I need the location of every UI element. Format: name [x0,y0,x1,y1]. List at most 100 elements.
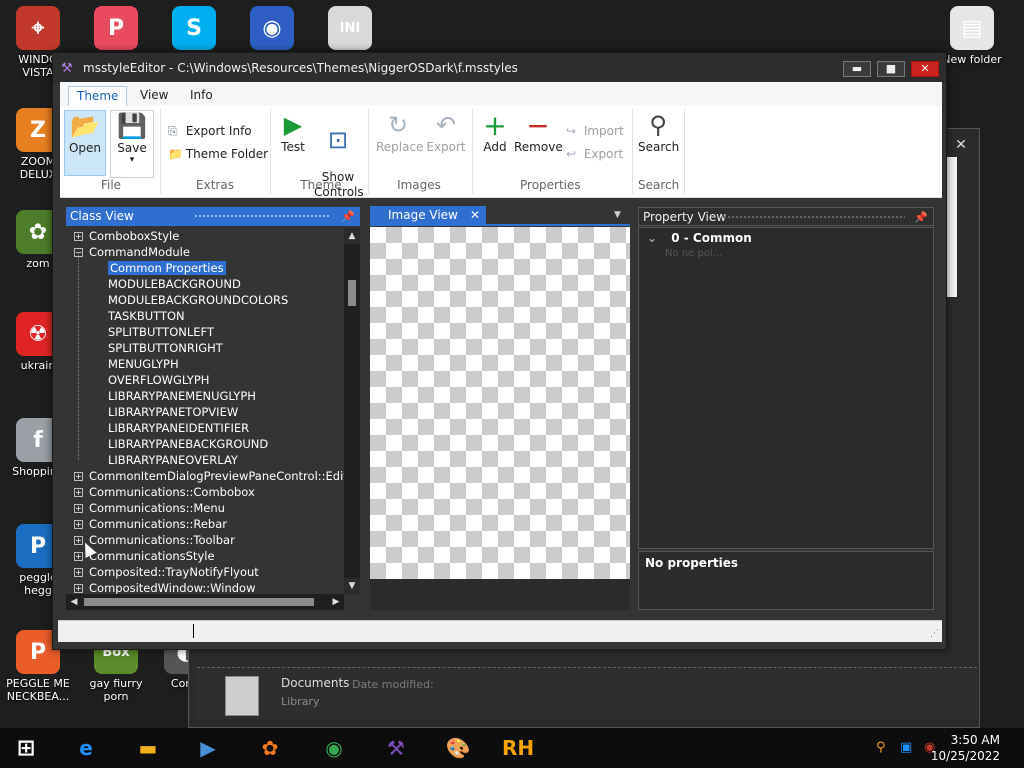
desktop-icon[interactable]: INI [314,6,386,53]
export-info-button[interactable]: ⎘ Export Info [168,124,252,139]
taskbar-ie-icon[interactable]: e [70,732,102,764]
library-row[interactable]: Documents Date modified: Library [197,667,977,719]
taskbar-msstyle-icon[interactable]: ⚒ [380,732,412,764]
tree-item[interactable]: + Communications::Rebar [74,516,227,532]
tab-info[interactable]: Info [182,86,221,106]
expand-icon[interactable]: + [74,232,83,241]
tree-item[interactable]: LIBRARYPANETOPVIEW [108,404,238,420]
collapse-chevron-icon[interactable]: ⌄ [647,231,657,245]
remove-property-button[interactable]: − Remove [514,109,563,155]
tray-icon[interactable]: ⚲ [876,740,886,755]
minimize-button[interactable]: ▬ [843,61,871,77]
tree-item[interactable]: LIBRARYPANEIDENTIFIER [108,420,249,436]
tree-item[interactable]: + Composited::TrayNotifyFlyout [74,564,259,580]
expand-icon[interactable]: + [74,504,83,513]
group-search-label: Search [638,178,680,192]
taskbar-media-icon[interactable]: ▶ [192,732,224,764]
export-property-label: Export [583,147,624,161]
tree-item-label: MODULEBACKGROUND [108,277,241,291]
taskbar-rh-icon[interactable]: RH [502,732,534,764]
tab-image-view[interactable]: Image View ✕ [370,206,486,224]
taskbar: ⊞ e ▬ ▶ ✿ ◉ ⚒ 🎨 RH ⚲ ▣ ◉ 3:50 AM 10/25/2022 [0,728,1024,768]
tree-item[interactable]: + CommonItemDialogPreviewPaneControl::Edi… [74,468,344,484]
scroll-right-icon[interactable]: ▶ [328,594,344,610]
scroll-thumb-h[interactable] [84,598,314,606]
import-icon: ↪ [566,124,577,138]
tree-item-label: LIBRARYPANETOPVIEW [108,405,239,419]
scroll-left-icon[interactable]: ◀ [66,594,82,610]
tree-item[interactable]: LIBRARYPANEOVERLAY [108,452,238,468]
expand-icon[interactable]: + [74,552,83,561]
export-image-button[interactable]: ↶ Export [424,110,468,154]
add-property-button[interactable]: + Add [480,109,510,155]
tree-item[interactable]: OVERFLOWGLYPH [108,372,209,388]
date-modified-label: Date modified: [352,678,434,691]
scroll-down-icon[interactable]: ▼ [344,578,360,594]
tree-item[interactable]: + ComboboxStyle [74,228,179,244]
taskbar-chrome-icon[interactable]: ◉ [318,732,350,764]
tree-item[interactable]: MENUGLYPH [108,356,179,372]
remove-label: Remove [514,140,563,154]
background-close-button[interactable]: ✕ [949,137,973,153]
close-button[interactable]: ✕ [911,61,939,77]
tree-item[interactable]: LIBRARYPANEBACKGROUND [108,436,268,452]
expand-icon[interactable]: + [74,488,83,497]
desktop-icon[interactable]: S [158,6,230,53]
tree-item[interactable]: SPLITBUTTONRIGHT [108,340,223,356]
taskbar-paint-icon[interactable]: 🎨 [442,732,474,764]
pin-icon[interactable]: 📌 [341,207,355,226]
group-file-label: File [100,178,122,192]
tree-item[interactable]: MODULEBACKGROUND [108,276,241,292]
tree-item[interactable]: SPLITBUTTONLEFT [108,324,214,340]
save-dropdown-arrow[interactable]: ▾ [111,155,153,165]
tree-item[interactable]: + Communications::Combobox [74,484,255,500]
tab-dropdown-icon[interactable]: ▼ [614,210,621,220]
tree-item[interactable]: Common Properties [108,260,226,276]
property-grid[interactable]: ⌄ 0 - Common No ne pol... [638,227,934,549]
property-description: No properties [638,551,934,610]
resize-grip-icon[interactable]: ⋰ [930,629,939,639]
tree-item[interactable]: − CommandModule [74,244,190,260]
show-controls-button[interactable]: ⊡ Show Controls [314,110,364,215]
tree-item[interactable]: MODULEBACKGROUNDCOLORS [108,292,288,308]
clock[interactable]: 3:50 AM 10/25/2022 [931,732,1000,764]
desktop-app-icon: ⌖ [16,6,60,50]
tree-item[interactable]: + Communications::Menu [74,500,225,516]
tree-item[interactable]: + Communications::Toolbar [74,532,235,548]
scroll-thumb[interactable] [348,280,356,306]
class-tree[interactable]: + ComboboxStyle − CommandModule Common Prope… [66,228,344,594]
scroll-up-icon[interactable]: ▲ [344,228,360,244]
expand-icon[interactable]: + [74,520,83,529]
tree-item-label: TASKBUTTON [108,309,185,323]
clock-time: 3:50 AM [950,733,1000,747]
test-button[interactable]: ▶ Test [278,110,308,154]
class-tree-horizontal-scrollbar[interactable]: ◀ ▶ [66,594,344,610]
class-tree-vertical-scrollbar[interactable]: ▲ ▼ [344,228,360,594]
maximize-button[interactable]: ■ [877,61,905,77]
theme-folder-button[interactable]: 📁 Theme Folder [168,147,268,161]
tree-item[interactable]: + CompositedWindow::Window [74,580,255,594]
tree-item[interactable]: LIBRARYPANEMENUGLYPH [108,388,256,404]
tab-view[interactable]: View [132,86,176,106]
close-tab-icon[interactable]: ✕ [470,206,480,224]
search-button[interactable]: ⚲ Search [638,110,679,154]
property-section-common[interactable]: ⌄ 0 - Common [647,231,752,245]
replace-button[interactable]: ↻ Replace [376,110,423,154]
expand-icon[interactable]: + [74,568,83,577]
title-bar[interactable]: ⚒ msstyleEditor - C:\Windows\Resources\T… [53,53,946,83]
expand-icon[interactable]: + [74,472,83,481]
tree-item[interactable]: TASKBUTTON [108,308,185,324]
export-property-button[interactable]: ↩ Export [566,147,623,161]
desktop-icon[interactable]: ◉ [236,6,308,53]
desktop-icon[interactable]: P [80,6,152,53]
start-button[interactable]: ⊞ [10,732,42,764]
taskbar-explorer-icon[interactable]: ▬ [132,732,164,764]
pin-icon[interactable]: 📌 [914,208,928,227]
save-button[interactable]: 💾 Save ▾ [110,110,154,178]
import-property-button[interactable]: ↪ Import [566,124,624,138]
taskbar-uc-icon[interactable]: ✿ [254,732,286,764]
tab-theme[interactable]: Theme [68,86,128,106]
expand-icon[interactable]: + [74,584,83,593]
tray-icon[interactable]: ▣ [900,740,912,755]
open-button[interactable]: 📂 Open [64,110,106,176]
